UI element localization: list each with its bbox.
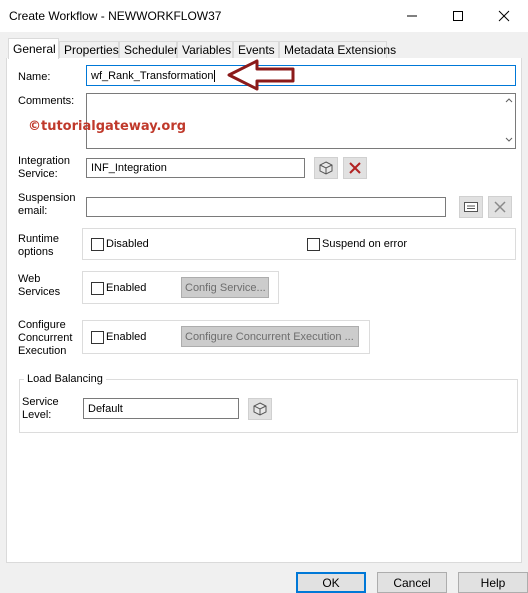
suspension-email-label: Suspension email: bbox=[18, 192, 76, 218]
tab-metadata-extensions[interactable]: Metadata Extensions bbox=[279, 41, 396, 58]
web-label-line2: Services bbox=[18, 286, 61, 298]
close-icon bbox=[498, 10, 510, 22]
load-balancing-title: Load Balancing bbox=[24, 373, 106, 386]
maximize-icon bbox=[453, 11, 463, 21]
comments-label: Comments: bbox=[18, 95, 75, 107]
browse-integration-button[interactable] bbox=[314, 157, 338, 179]
web-services-enabled-checkbox[interactable] bbox=[91, 282, 104, 295]
tab-scheduler[interactable]: Scheduler bbox=[119, 41, 178, 58]
runtime-label-line1: Runtime bbox=[18, 233, 59, 245]
cancel-button[interactable]: Cancel bbox=[377, 572, 447, 593]
service-level-value: Default bbox=[88, 402, 123, 415]
concurrent-enabled-label: Enabled bbox=[106, 331, 147, 343]
suspension-email-field[interactable] bbox=[86, 197, 446, 217]
maximize-button[interactable] bbox=[435, 0, 481, 32]
concurrent-label-line3: Execution bbox=[18, 345, 67, 357]
cube-icon bbox=[319, 161, 333, 175]
minimize-button[interactable] bbox=[389, 0, 435, 32]
clear-integration-button[interactable] bbox=[343, 157, 367, 179]
name-label: Name: bbox=[18, 71, 51, 83]
tab-properties[interactable]: Properties bbox=[59, 41, 119, 58]
integration-service-value: INF_Integration bbox=[91, 162, 167, 174]
scrollbar-arrows-icon bbox=[505, 98, 513, 142]
name-input[interactable]: wf_Rank_Transformation bbox=[86, 65, 516, 86]
integration-label-line2: Service: bbox=[18, 168, 58, 180]
service-level-field[interactable]: Default bbox=[83, 398, 239, 419]
annotation-arrow-icon bbox=[227, 59, 295, 91]
help-button[interactable]: Help bbox=[458, 572, 528, 593]
service-level-label-line1: Service bbox=[22, 396, 59, 408]
web-services-enabled-label: Enabled bbox=[106, 282, 147, 294]
minimize-icon bbox=[407, 15, 417, 17]
tab-variables[interactable]: Variables bbox=[177, 41, 233, 58]
concurrent-enabled-checkbox[interactable] bbox=[91, 331, 104, 344]
cube-icon bbox=[253, 402, 267, 416]
browse-service-level-button[interactable] bbox=[248, 398, 272, 420]
watermark: ©tutorialgateway.org bbox=[28, 119, 187, 134]
tab-events[interactable]: Events bbox=[233, 41, 279, 58]
suspend-on-error-checkbox[interactable] bbox=[307, 238, 320, 251]
suspend-on-error-label: Suspend on error bbox=[322, 238, 407, 250]
service-level-label: Service Level: bbox=[22, 396, 59, 422]
integration-service-label: Integration Service: bbox=[18, 155, 70, 181]
disabled-checkbox[interactable] bbox=[91, 238, 104, 251]
concurrent-execution-label: Configure Concurrent Execution bbox=[18, 319, 72, 358]
web-services-label: Web Services bbox=[18, 273, 60, 299]
close-button[interactable] bbox=[481, 0, 527, 32]
comments-scrollbar[interactable] bbox=[503, 94, 515, 148]
config-service-button[interactable]: Config Service... bbox=[181, 277, 269, 298]
runtime-options-label: Runtime options bbox=[18, 233, 59, 259]
configure-concurrent-execution-button[interactable]: Configure Concurrent Execution ... bbox=[181, 326, 359, 347]
integration-label-line1: Integration bbox=[18, 155, 70, 167]
ok-button[interactable]: OK bbox=[296, 572, 366, 593]
delete-x-icon bbox=[349, 162, 361, 174]
runtime-label-line2: options bbox=[18, 246, 54, 258]
text-cursor bbox=[214, 69, 216, 82]
concurrent-label-line2: Concurrent bbox=[18, 332, 73, 344]
suspension-label-line2: email: bbox=[18, 205, 48, 217]
delete-x-icon bbox=[494, 201, 506, 213]
disabled-checkbox-label: Disabled bbox=[106, 238, 149, 250]
email-browse-icon bbox=[464, 202, 478, 212]
window-title: Create Workflow - NEWWORKFLOW37 bbox=[9, 9, 222, 23]
service-level-label-line2: Level: bbox=[22, 409, 52, 421]
name-input-value: wf_Rank_Transformation bbox=[91, 69, 214, 82]
integration-service-field[interactable]: INF_Integration bbox=[86, 158, 305, 178]
tab-general[interactable]: General bbox=[8, 38, 59, 59]
suspension-label-line1: Suspension bbox=[18, 192, 76, 204]
browse-email-button[interactable] bbox=[459, 196, 483, 218]
concurrent-label-line1: Configure bbox=[18, 319, 66, 331]
clear-email-button[interactable] bbox=[488, 196, 512, 218]
web-label-line1: Web bbox=[18, 273, 41, 285]
